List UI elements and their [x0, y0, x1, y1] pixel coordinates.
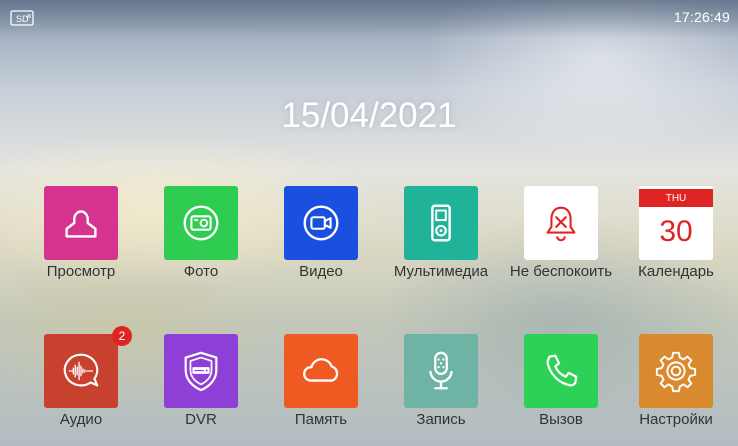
app-foto[interactable]: Фото [146, 186, 256, 296]
app-multimedia[interactable]: Мультимедиа [386, 186, 496, 296]
photo-camera-icon [183, 205, 219, 241]
bell-off-icon [546, 206, 576, 242]
audio-wave-icon [63, 353, 99, 387]
clock: 17:26:49 [673, 9, 730, 25]
app-audio-tile[interactable] [44, 334, 118, 408]
app-settings-tile[interactable] [639, 334, 713, 408]
app-calendar[interactable]: THU 30 Календарь [621, 186, 731, 296]
app-memory-tile[interactable] [284, 334, 358, 408]
calendar-icon[interactable]: THU 30 [639, 186, 713, 260]
app-do-not-disturb-tile[interactable] [524, 186, 598, 260]
sd-card-icon: SD [10, 10, 34, 26]
date-display: 15/04/2021 [281, 96, 457, 135]
app-video[interactable]: Видео [266, 186, 376, 296]
calendar-weekday: THU [639, 189, 713, 207]
video-camera-icon [303, 205, 339, 241]
microphone-icon [429, 351, 453, 390]
app-record[interactable]: Запись [386, 334, 496, 444]
phone-icon [546, 354, 578, 387]
app-settings[interactable]: Настройки [621, 334, 731, 444]
notification-badge: 2 [112, 326, 132, 346]
app-label: Настройки [639, 411, 713, 428]
person-icon [65, 210, 97, 238]
app-audio[interactable]: 2 Аудио [26, 326, 136, 444]
app-memory[interactable]: Память [266, 334, 376, 444]
app-prosmotr[interactable]: Просмотр [26, 186, 136, 296]
app-dvr[interactable]: DVR [146, 334, 256, 444]
calendar-day: 30 [659, 215, 693, 248]
app-foto-tile[interactable] [164, 186, 238, 260]
gear-icon [655, 351, 697, 393]
media-player-icon [431, 204, 451, 242]
app-call[interactable]: Вызов [506, 334, 616, 444]
shield-icon [184, 351, 218, 392]
app-video-tile[interactable] [284, 186, 358, 260]
app-do-not-disturb[interactable]: Не беспокоить [506, 186, 616, 296]
app-call-tile[interactable] [524, 334, 598, 408]
status-bar: SD 17:26:49 [0, 0, 738, 38]
app-prosmotr-tile[interactable] [44, 186, 118, 260]
app-multimedia-tile[interactable] [404, 186, 478, 260]
app-dvr-tile[interactable] [164, 334, 238, 408]
svg-text:SD: SD [16, 14, 29, 24]
cloud-icon [303, 358, 339, 382]
app-label: Календарь [638, 263, 714, 280]
app-record-tile[interactable] [404, 334, 478, 408]
